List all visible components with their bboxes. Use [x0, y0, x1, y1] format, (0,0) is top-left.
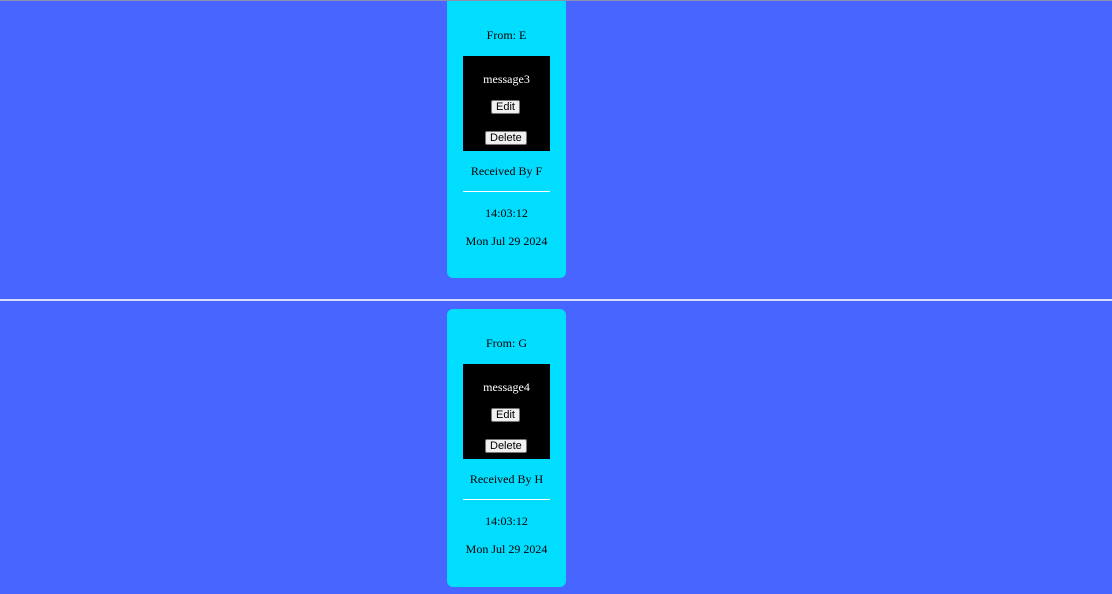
delete-button[interactable]: Delete [485, 131, 527, 145]
sender-label: From: E [486, 28, 527, 42]
message-list: From: E message3 Edit Delete Received By… [0, 0, 1112, 594]
card-divider [463, 499, 550, 500]
sender-label: From: G [485, 336, 527, 350]
message-card: From: E message3 Edit Delete Received By… [447, 1, 566, 278]
message-time: 14:03:12 [485, 514, 528, 528]
message-body: message4 Edit Delete [463, 364, 550, 459]
recipient-label: Received By H [469, 472, 544, 486]
message-date: Mon Jul 29 2024 [465, 234, 548, 248]
message-text: message3 [483, 72, 530, 86]
recipient-label: Received By F [470, 164, 543, 178]
message-text: message4 [483, 380, 530, 394]
delete-button[interactable]: Delete [485, 439, 527, 453]
edit-button[interactable]: Edit [491, 408, 520, 422]
message-body: message3 Edit Delete [463, 56, 550, 151]
message-row: From: G message4 Edit Delete Received By… [0, 299, 1112, 594]
message-time: 14:03:12 [485, 206, 528, 220]
message-row: From: E message3 Edit Delete Received By… [0, 1, 1112, 299]
card-divider [463, 191, 550, 192]
message-card: From: G message4 Edit Delete Received By… [447, 309, 566, 587]
edit-button[interactable]: Edit [491, 100, 520, 114]
message-date: Mon Jul 29 2024 [465, 542, 548, 556]
